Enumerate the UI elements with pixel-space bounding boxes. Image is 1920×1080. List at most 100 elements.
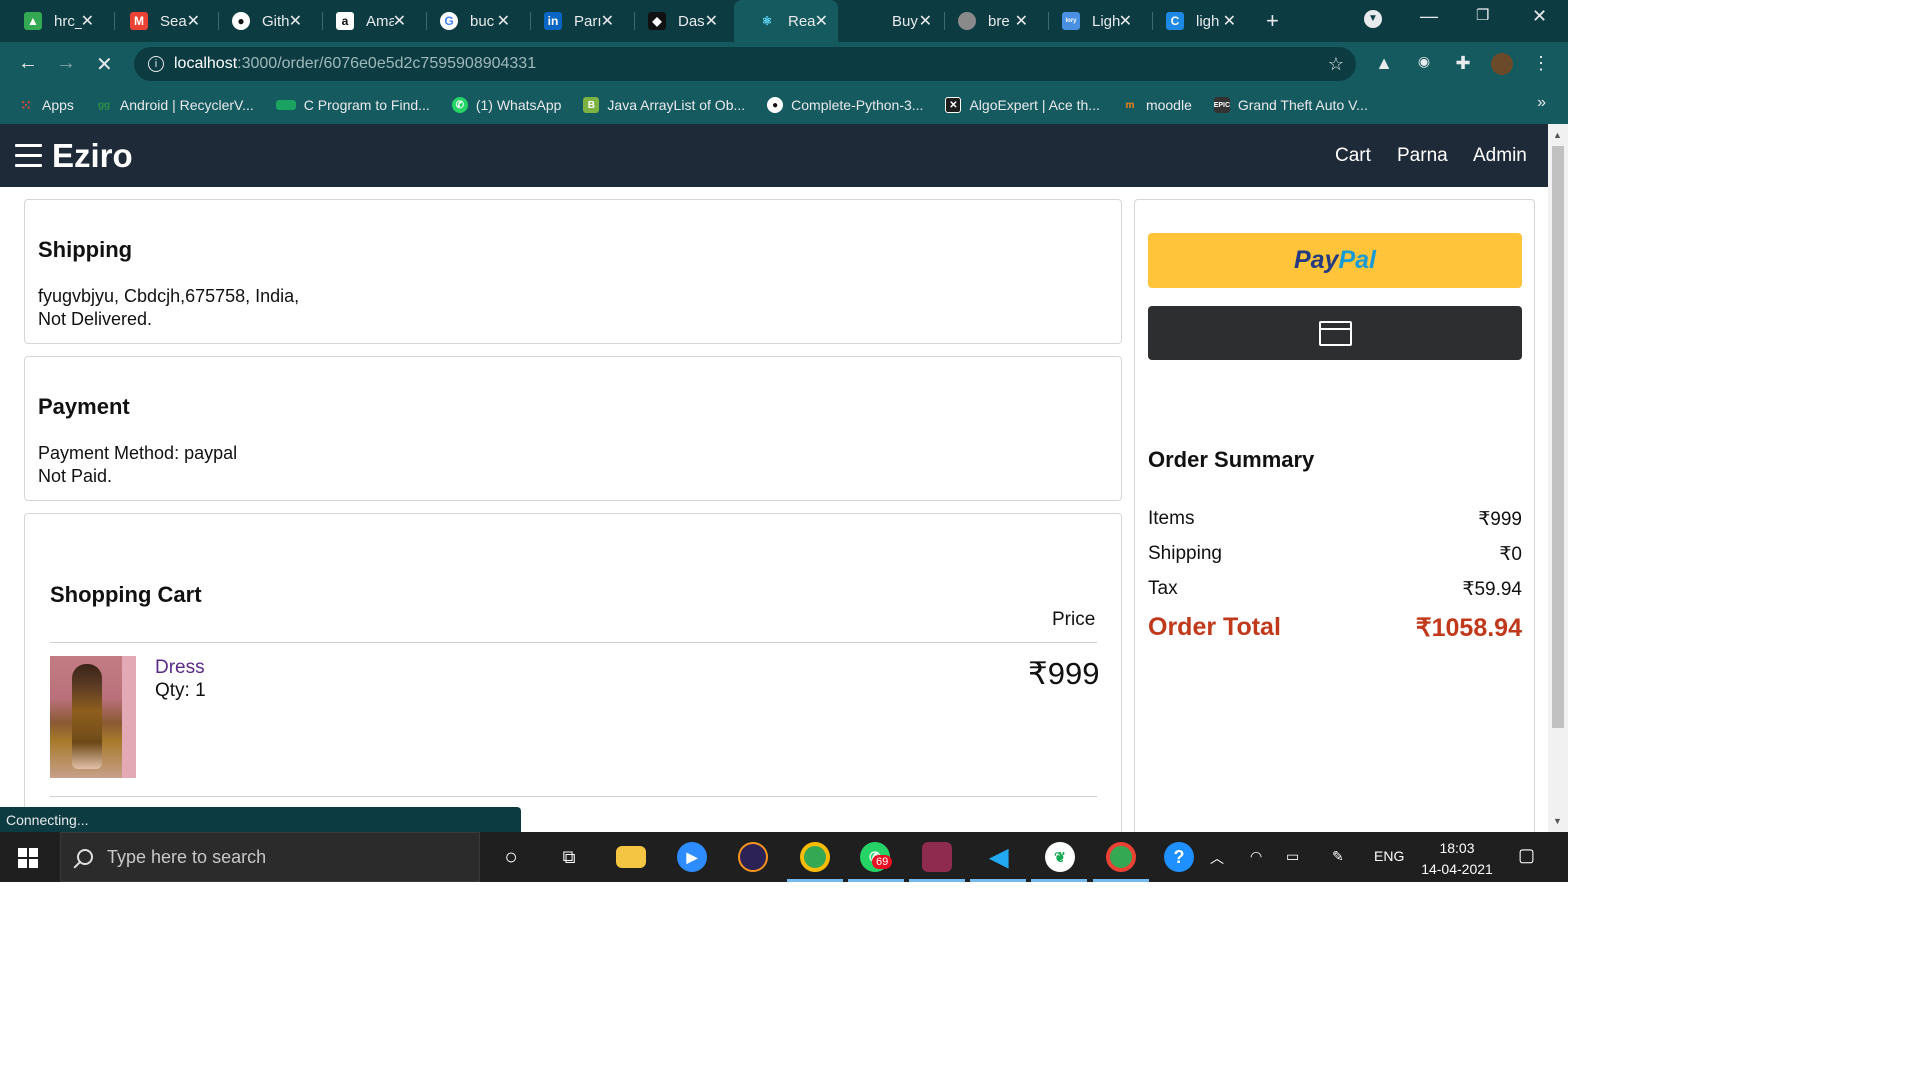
close-tab-icon[interactable]: ✕	[919, 11, 932, 31]
tab-strip: ▲ hrc_ ✕ M Sea ✕ ● Gith ✕ a Ama ✕ G buc …	[0, 0, 1568, 42]
page-scrollbar[interactable]: ▲ ▼	[1548, 124, 1568, 832]
close-tab-icon[interactable]: ✕	[81, 11, 94, 31]
pen-icon[interactable]: ✎	[1332, 848, 1344, 865]
tray-overflow-icon[interactable]: ︿	[1210, 848, 1224, 868]
taskbar-clock[interactable]: 18:03 14-04-2021	[1414, 838, 1500, 880]
battery-icon[interactable]: ▭	[1286, 848, 1299, 865]
product-image[interactable]	[50, 656, 136, 778]
close-tab-icon[interactable]: ✕	[393, 11, 406, 31]
chrome-icon[interactable]	[800, 842, 830, 872]
close-tab-icon[interactable]: ✕	[497, 11, 510, 31]
cart-divider	[50, 796, 1097, 797]
product-name-link[interactable]: Dress	[155, 656, 205, 679]
browser-tab[interactable]: bre ✕	[934, 0, 1038, 42]
hamburger-menu-icon[interactable]	[15, 144, 42, 168]
bookmark-item[interactable]: C Program to Find...	[275, 97, 430, 113]
page-viewport: Eziro Cart Parna Admin Shipping fyugvbjy…	[0, 124, 1548, 832]
extension-mountain-icon[interactable]: ▲	[1373, 53, 1395, 75]
c-icon: C	[1166, 12, 1184, 30]
close-tab-icon[interactable]: ✕	[187, 11, 200, 31]
forward-icon[interactable]: →	[56, 52, 76, 75]
bookmark-item[interactable]: ● Complete-Python-3...	[767, 97, 923, 113]
wifi-icon[interactable]: ◠	[1250, 848, 1262, 865]
bookmark-item[interactable]: EPIC Grand Theft Auto V...	[1214, 97, 1368, 113]
browser-tab[interactable]: a Ama ✕	[312, 0, 416, 42]
browser-tab[interactable]: ▲ hrc_ ✕	[0, 0, 104, 42]
winrar-icon[interactable]	[922, 842, 952, 872]
debit-credit-card-button[interactable]	[1148, 306, 1522, 360]
close-window-icon[interactable]: ✕	[1532, 6, 1547, 27]
bookmark-item[interactable]: ✕ AlgoExpert | Ace th...	[945, 97, 1100, 113]
minimize-icon[interactable]: —	[1420, 6, 1438, 27]
close-tab-icon[interactable]: ✕	[1223, 11, 1236, 31]
bookmark-item[interactable]: gg Android | RecyclerV...	[96, 97, 254, 113]
algoexpert-icon: ✕	[945, 97, 962, 113]
scrollbar-thumb[interactable]	[1552, 146, 1564, 728]
more-bookmarks-icon[interactable]: »	[1537, 94, 1546, 112]
mongodb-icon[interactable]: ❦	[1045, 842, 1075, 872]
notifications-icon[interactable]: ▢	[1518, 845, 1535, 866]
whatsapp-unread-badge: 69	[872, 855, 893, 869]
extensions-puzzle-icon[interactable]: ✚	[1452, 53, 1474, 75]
paypal-button[interactable]: Pay Pal	[1148, 233, 1522, 288]
shopping-cart-title: Shopping Cart	[50, 582, 202, 607]
profile-avatar-icon[interactable]	[1491, 53, 1513, 75]
bookmark-item[interactable]: m moodle	[1122, 97, 1191, 113]
zoom-icon[interactable]: ▶	[677, 842, 707, 872]
bookmark-site-icon	[275, 100, 296, 110]
nav-admin-link[interactable]: Admin	[1473, 145, 1527, 167]
geeksforgeeks-icon: gg	[97, 99, 111, 111]
close-tab-icon[interactable]: ✕	[1119, 11, 1132, 31]
colory-icon: lory	[1062, 12, 1080, 30]
close-tab-icon[interactable]: ✕	[705, 11, 718, 31]
github-icon: ●	[232, 12, 250, 30]
browser-tab[interactable]: C ligh ✕	[1142, 0, 1246, 42]
restore-icon[interactable]: ❐	[1476, 6, 1489, 24]
tab-search-icon[interactable]: ▼	[1364, 10, 1382, 28]
browser-tab[interactable]: ● Gith ✕	[208, 0, 312, 42]
close-tab-icon[interactable]: ✕	[601, 11, 614, 31]
browser-menu-icon[interactable]: ⋮	[1530, 53, 1552, 75]
bookmark-item[interactable]: ✆ (1) WhatsApp	[451, 97, 561, 113]
scroll-up-icon[interactable]: ▲	[1553, 130, 1562, 140]
language-indicator[interactable]: ENG	[1374, 848, 1404, 864]
nav-user-link[interactable]: Parna	[1397, 145, 1448, 167]
vscode-icon[interactable]: ◀	[984, 842, 1014, 872]
help-icon[interactable]: ?	[1164, 842, 1194, 872]
task-view-icon[interactable]: ⧉	[554, 842, 584, 872]
taskbar-search-box[interactable]: Type here to search	[60, 832, 480, 882]
bookmark-star-icon[interactable]: ☆	[1328, 54, 1344, 75]
bookmark-apps[interactable]: ⁙ Apps	[18, 97, 74, 114]
close-tab-icon[interactable]: ✕	[815, 11, 828, 31]
scroll-down-icon[interactable]: ▼	[1553, 816, 1562, 826]
browser-tab-active[interactable]: ⚛ Rea ✕	[734, 0, 838, 42]
bookmark-item[interactable]: B Java ArrayList of Ob...	[583, 97, 745, 113]
payment-card	[24, 356, 1122, 501]
chrome-profile-icon[interactable]	[1106, 842, 1136, 872]
new-tab-icon[interactable]: +	[1266, 8, 1279, 34]
cart-divider	[50, 642, 1097, 643]
shipping-address: fyugvbjyu, Cbdcjh,675758, India,	[38, 286, 300, 306]
browser-tab[interactable]: ◆ Das ✕	[624, 0, 728, 42]
browser-tab[interactable]: G buc ✕	[416, 0, 520, 42]
windows-start-icon[interactable]	[18, 848, 38, 868]
product-price: ₹999	[1028, 656, 1100, 691]
windows-taskbar: Type here to search ○ ⧉ ▶ ✆ ◀ ❦ ? ︿ ◠ ▭ …	[0, 832, 1568, 882]
close-tab-icon[interactable]: ✕	[1015, 11, 1028, 31]
close-tab-icon[interactable]: ✕	[289, 11, 302, 31]
browser-tab[interactable]: Buy ✕	[838, 0, 942, 42]
site-info-icon[interactable]: i	[148, 56, 164, 72]
browser-tab[interactable]: lory Ligh ✕	[1038, 0, 1142, 42]
address-bar[interactable]: i localhost:3000/order/6076e0e5d2c759590…	[134, 47, 1356, 81]
nav-cart-link[interactable]: Cart	[1335, 145, 1371, 167]
cortana-icon[interactable]: ○	[496, 842, 526, 872]
epic-games-icon: EPIC	[1214, 97, 1230, 113]
file-explorer-icon[interactable]	[616, 846, 646, 868]
stop-loading-icon[interactable]: ✕	[96, 52, 113, 77]
back-icon[interactable]: ←	[18, 52, 38, 75]
browser-tab[interactable]: in Parı ✕	[520, 0, 624, 42]
brand-logo[interactable]: Eziro	[52, 137, 133, 175]
eclipse-icon[interactable]	[738, 842, 768, 872]
browser-tab[interactable]: M Sea ✕	[106, 0, 210, 42]
extension-cursor-icon[interactable]: ◉	[1413, 53, 1435, 75]
